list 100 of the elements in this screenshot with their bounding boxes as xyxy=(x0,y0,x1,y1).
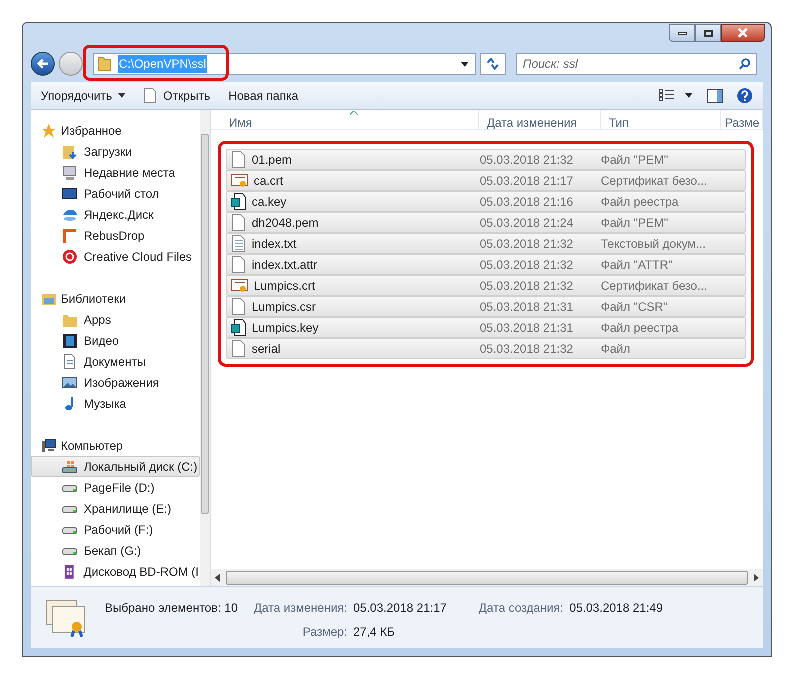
file-name: index.txt.attr xyxy=(252,256,318,274)
file-icon xyxy=(231,340,247,358)
certificate-icon xyxy=(231,172,249,188)
detail-label: Дата создания: xyxy=(478,600,564,617)
date-cell-text: 05.03.2018 21:32 xyxy=(480,236,574,252)
nav-item[interactable]: Музыка xyxy=(31,393,200,414)
horizontal-scrollbar[interactable] xyxy=(211,569,763,586)
column-header[interactable]: Дата изменения xyxy=(479,110,601,129)
nav-item[interactable]: Яндекс.Диск xyxy=(31,204,200,225)
nav-item[interactable]: Видео xyxy=(31,330,200,351)
type-cell-text: Файл реестра xyxy=(601,194,679,210)
refresh-icon xyxy=(486,58,500,70)
date-cell-text: 05.03.2018 21:32 xyxy=(480,152,574,168)
detail-label: Размер: xyxy=(302,624,348,641)
preview-pane-button[interactable] xyxy=(707,88,723,102)
file-name: Lumpics.crt xyxy=(254,278,316,294)
file-name: Lumpics.key xyxy=(252,320,319,336)
detail-value: 05.03.2018 21:17 xyxy=(354,600,447,617)
type-cell-text: Файл "PEM" xyxy=(601,152,668,168)
preview-pane-icon xyxy=(707,88,723,102)
nav-group[interactable]: Компьютер xyxy=(31,435,200,456)
text-file-icon xyxy=(231,234,247,252)
type-cell-text: Файл "CSR" xyxy=(601,298,668,316)
nav-item[interactable]: Рабочий (F:) xyxy=(31,519,200,540)
file-row[interactable]: 01.pem 05.03.2018 21:32 Файл "PEM" xyxy=(226,149,746,170)
file-icon xyxy=(231,214,247,232)
selection-count: Выбрано элементов: 10 xyxy=(105,600,238,617)
toolbar-button[interactable]: Открыть xyxy=(144,86,211,104)
detail-label: Дата изменения: xyxy=(254,600,348,617)
nav-item[interactable]: Хранилище (E:) xyxy=(31,498,200,519)
file-icon xyxy=(231,298,247,316)
file-name: index.txt xyxy=(252,236,297,252)
file-name: dh2048.pem xyxy=(252,214,319,232)
view-options-button[interactable] xyxy=(659,89,693,102)
certificate-icon xyxy=(231,278,249,294)
column-header[interactable]: Тип xyxy=(601,110,721,129)
close-button[interactable] xyxy=(721,24,765,42)
type-cell-text: Текстовый докум... xyxy=(601,236,706,252)
toolbar-button[interactable]: Новая папка xyxy=(228,86,299,104)
date-cell-text: 05.03.2018 21:31 xyxy=(480,298,574,316)
type-cell-text: Сертификат безо... xyxy=(601,278,708,294)
file-row[interactable]: Lumpics.key 05.03.2018 21:31 Файл реестра xyxy=(226,317,746,338)
close-icon xyxy=(737,28,749,38)
nav-item[interactable]: Недавние места xyxy=(31,162,200,183)
maximize-button[interactable] xyxy=(695,24,721,42)
file-row[interactable]: ca.key 05.03.2018 21:16 Файл реестра xyxy=(226,191,746,212)
folder-icon xyxy=(98,56,112,72)
nav-item[interactable]: Creative Cloud Files xyxy=(31,246,200,267)
caret-icon xyxy=(685,93,693,98)
document-icon xyxy=(62,354,78,370)
file-row[interactable]: Lumpics.crt 05.03.2018 21:32 Сертификат безо... xyxy=(226,275,746,296)
file-row[interactable]: index.txt 05.03.2018 21:32 Текстовый докум... xyxy=(226,233,746,254)
minimize-button[interactable] xyxy=(669,24,695,42)
file-row[interactable]: index.txt.attr 05.03.2018 21:32 Файл "ATTR" xyxy=(226,254,746,275)
file-name: ca.key xyxy=(252,194,287,210)
back-arrow-icon xyxy=(37,59,49,69)
nav-item[interactable]: Локальный диск (C:) xyxy=(31,456,200,477)
column-header[interactable]: Имя xyxy=(211,110,479,129)
date-cell-text: 05.03.2018 21:32 xyxy=(480,256,574,274)
type-cell-text: Файл "PEM" xyxy=(601,214,668,232)
file-row[interactable]: serial 05.03.2018 21:32 Файл xyxy=(226,338,746,359)
caret-icon xyxy=(118,93,126,98)
help-button[interactable] xyxy=(737,88,753,104)
date-cell-text: 05.03.2018 21:17 xyxy=(480,172,574,190)
nav-item[interactable]: Загрузки xyxy=(31,141,200,162)
toolbar-button[interactable]: Упорядочить xyxy=(41,86,126,104)
file-icon xyxy=(144,88,158,104)
nav-item[interactable]: PageFile (D:) xyxy=(31,477,200,498)
column-header[interactable]: Разме xyxy=(721,110,763,129)
nav-group[interactable]: Библиотеки xyxy=(31,288,200,309)
search-field[interactable]: Поиск: ssl xyxy=(516,53,757,75)
nav-group[interactable]: Избранное xyxy=(31,120,200,141)
back-button[interactable] xyxy=(31,52,55,76)
vertical-scrollbar[interactable] xyxy=(200,110,210,586)
file-row[interactable]: Lumpics.csr 05.03.2018 21:31 Файл "CSR" xyxy=(226,296,746,317)
file-row[interactable]: dh2048.pem 05.03.2018 21:24 Файл "PEM" xyxy=(226,212,746,233)
nav-item[interactable]: Документы xyxy=(31,351,200,372)
nav-item[interactable]: Apps xyxy=(31,309,200,330)
file-name: Lumpics.csr xyxy=(252,298,316,316)
nav-item[interactable]: Дисковод BD-ROM (I xyxy=(31,561,200,582)
type-cell-text: Файл реестра xyxy=(601,320,679,336)
file-row[interactable]: ca.crt 05.03.2018 21:17 Сертификат безо... xyxy=(226,170,746,191)
nav-item[interactable]: Изображения xyxy=(31,372,200,393)
star-icon xyxy=(41,122,57,138)
date-cell-text: 05.03.2018 21:31 xyxy=(480,320,574,336)
file-name: serial xyxy=(252,340,281,358)
detail-value: 05.03.2018 21:49 xyxy=(570,600,663,617)
file-name: ca.crt xyxy=(254,172,284,190)
scroll-right-icon xyxy=(754,574,759,582)
nav-item[interactable]: Бекап (G:) xyxy=(31,540,200,561)
type-cell-text: Сертификат безо... xyxy=(601,172,708,190)
image-icon xyxy=(62,374,78,390)
type-cell-text: Файл "ATTR" xyxy=(601,256,673,274)
file-icon xyxy=(231,150,247,168)
download-folder-icon xyxy=(62,144,78,160)
help-icon xyxy=(737,88,753,104)
refresh-button[interactable] xyxy=(480,53,506,75)
creative-cloud-icon xyxy=(62,248,78,264)
nav-item[interactable]: RebusDrop xyxy=(31,225,200,246)
nav-item[interactable]: Рабочий стол xyxy=(31,183,200,204)
